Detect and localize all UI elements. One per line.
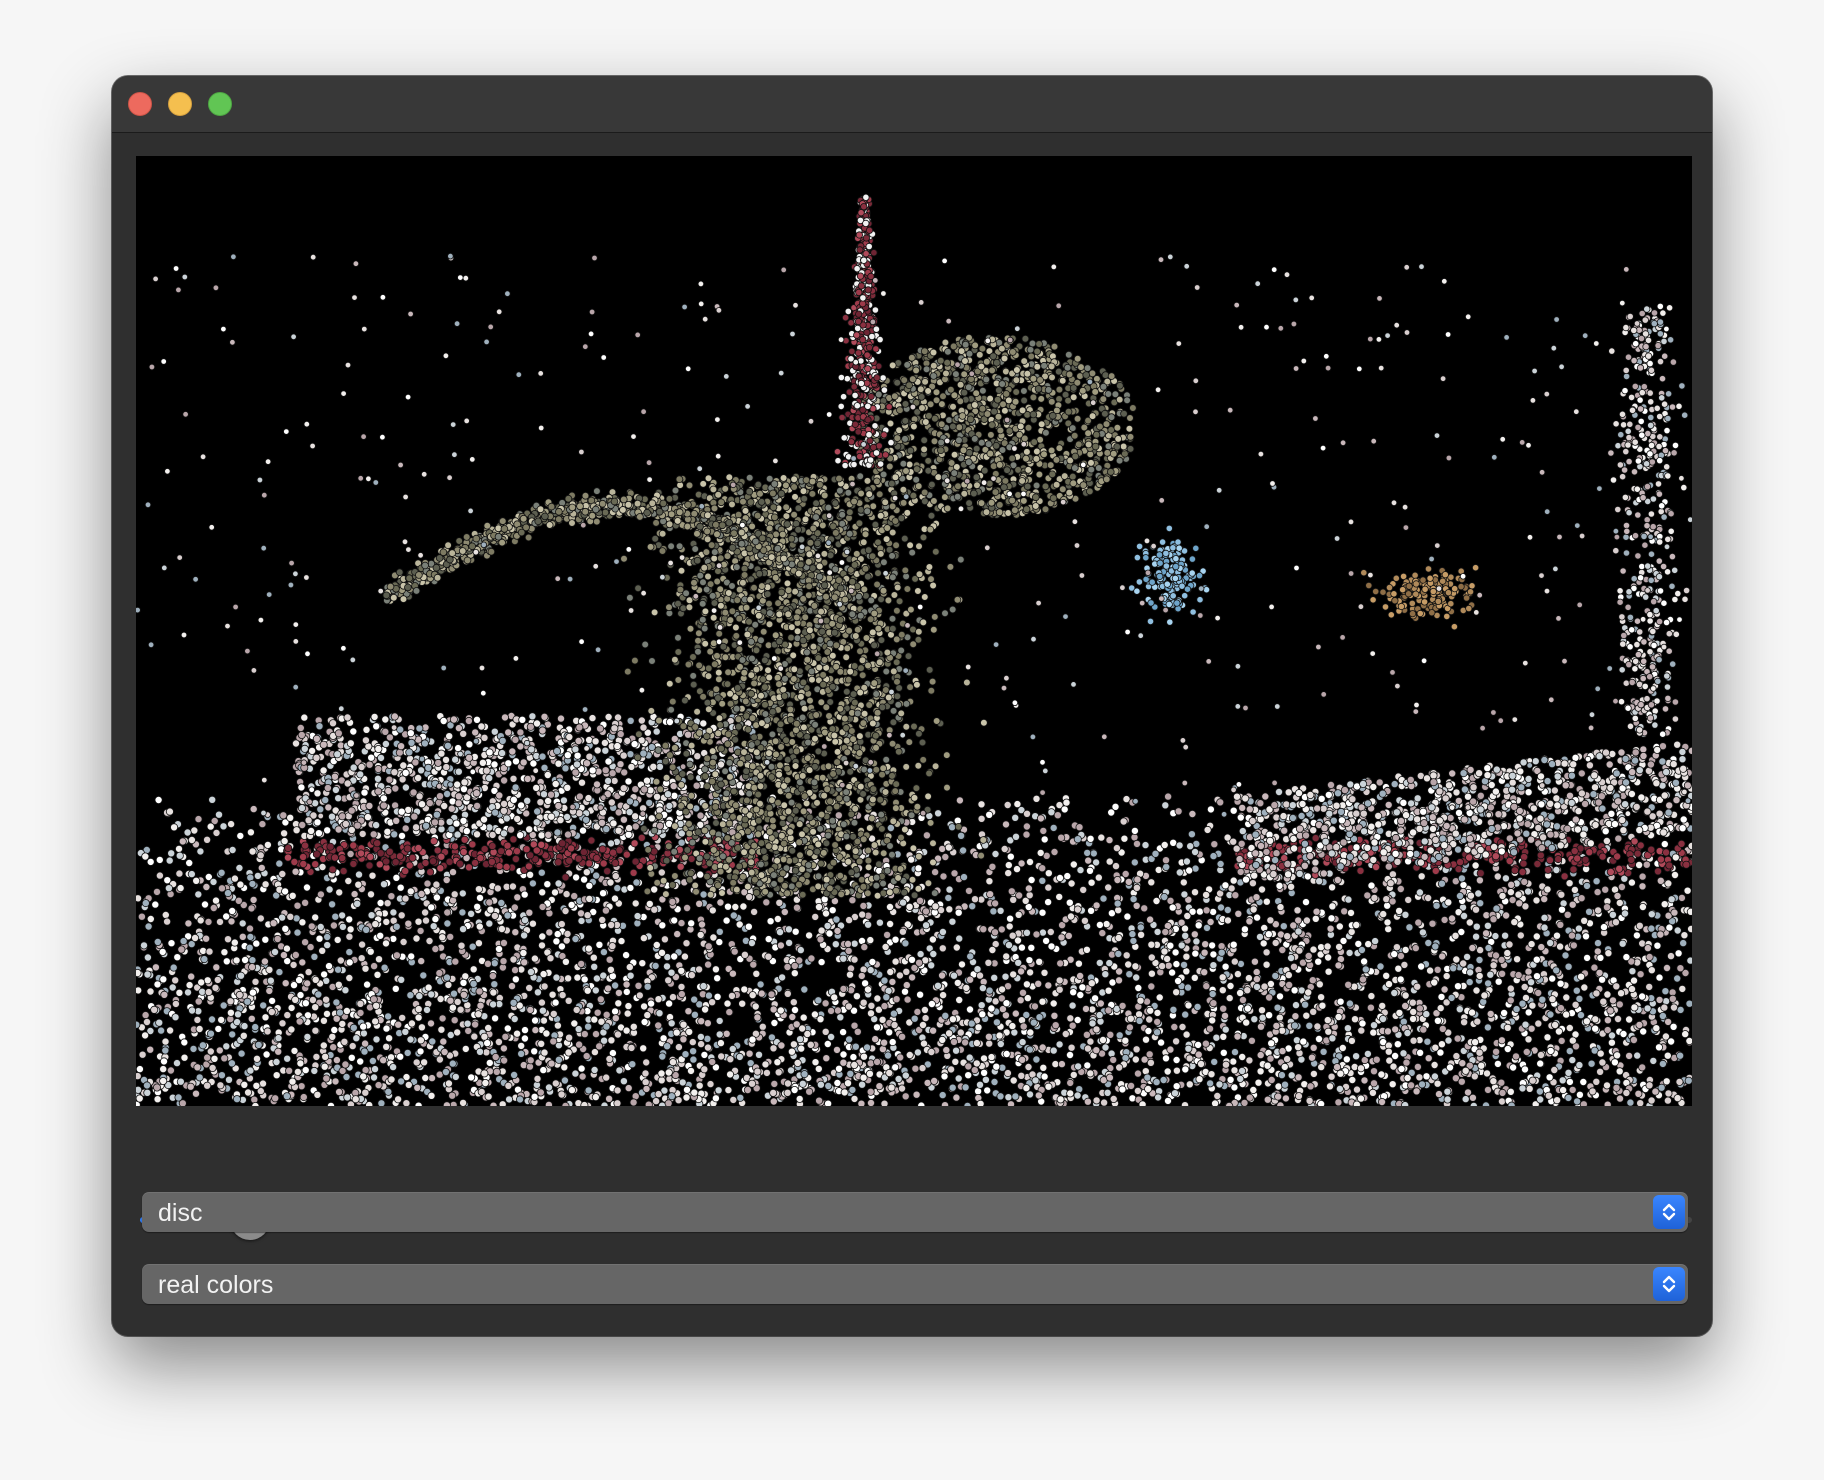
color-mode-select[interactable]: real colors: [142, 1264, 1688, 1304]
close-button[interactable]: [128, 92, 152, 116]
point-style-select[interactable]: disc: [142, 1192, 1688, 1232]
chevron-up-down-icon: [1653, 1195, 1685, 1229]
app-window: disc real colors: [112, 76, 1712, 1336]
minimize-button[interactable]: [168, 92, 192, 116]
zoom-button[interactable]: [208, 92, 232, 116]
point-cloud-viewport[interactable]: [136, 156, 1692, 1106]
point-cloud-canvas[interactable]: [136, 156, 1692, 1106]
point-style-value: disc: [158, 1199, 202, 1228]
title-bar: [112, 76, 1712, 133]
color-mode-value: real colors: [158, 1271, 273, 1300]
chevron-up-down-icon: [1653, 1267, 1685, 1301]
